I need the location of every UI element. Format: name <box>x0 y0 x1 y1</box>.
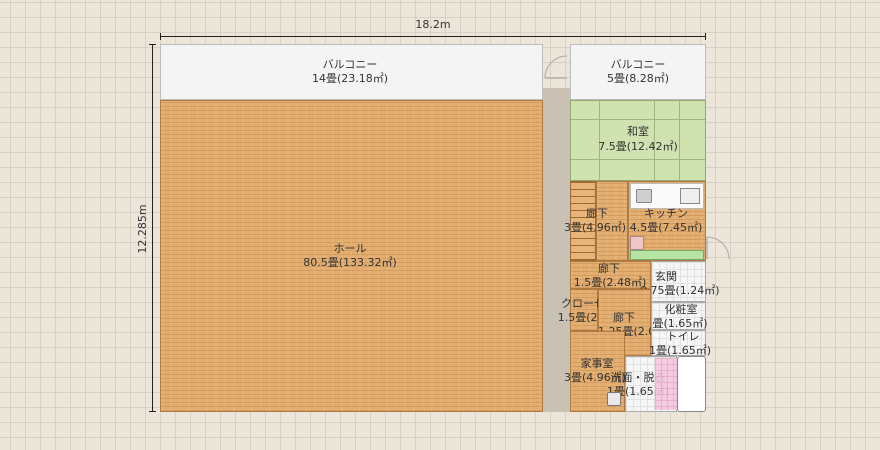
washing-machine-icon <box>607 392 621 406</box>
bathtub-icon <box>677 356 706 412</box>
kitchen-island <box>630 250 704 260</box>
height-dimension-tick-top <box>149 44 156 45</box>
height-dimension-label: 12.285m <box>136 204 149 254</box>
width-dimension-label: 18.2m <box>415 18 451 31</box>
balcony-large[interactable] <box>160 44 543 100</box>
kitchen-sink-icon <box>636 189 652 203</box>
bathroom-floor <box>655 358 677 410</box>
balcony-small[interactable] <box>570 44 706 100</box>
stove-icon <box>680 188 700 204</box>
door-swing-icon <box>544 55 568 79</box>
closet-room[interactable] <box>570 289 598 331</box>
toilet-room[interactable] <box>651 330 706 356</box>
gap-corridor <box>543 88 570 412</box>
width-dimension-tick-right <box>705 33 706 40</box>
entrance-door-swing-icon <box>706 236 730 260</box>
width-dimension-tick-left <box>160 33 161 40</box>
width-dimension-line <box>160 36 706 37</box>
hallway-upper[interactable] <box>596 181 628 261</box>
height-dimension-line <box>152 44 153 412</box>
hall-room[interactable] <box>160 100 543 412</box>
fridge-icon <box>630 236 644 250</box>
genkan-room[interactable] <box>651 261 706 302</box>
powder-room[interactable] <box>651 302 706 330</box>
stairs[interactable] <box>570 181 596 261</box>
hallway-mid[interactable] <box>570 261 651 289</box>
washitsu-room[interactable] <box>570 100 706 181</box>
height-dimension-tick-bottom <box>149 411 156 412</box>
